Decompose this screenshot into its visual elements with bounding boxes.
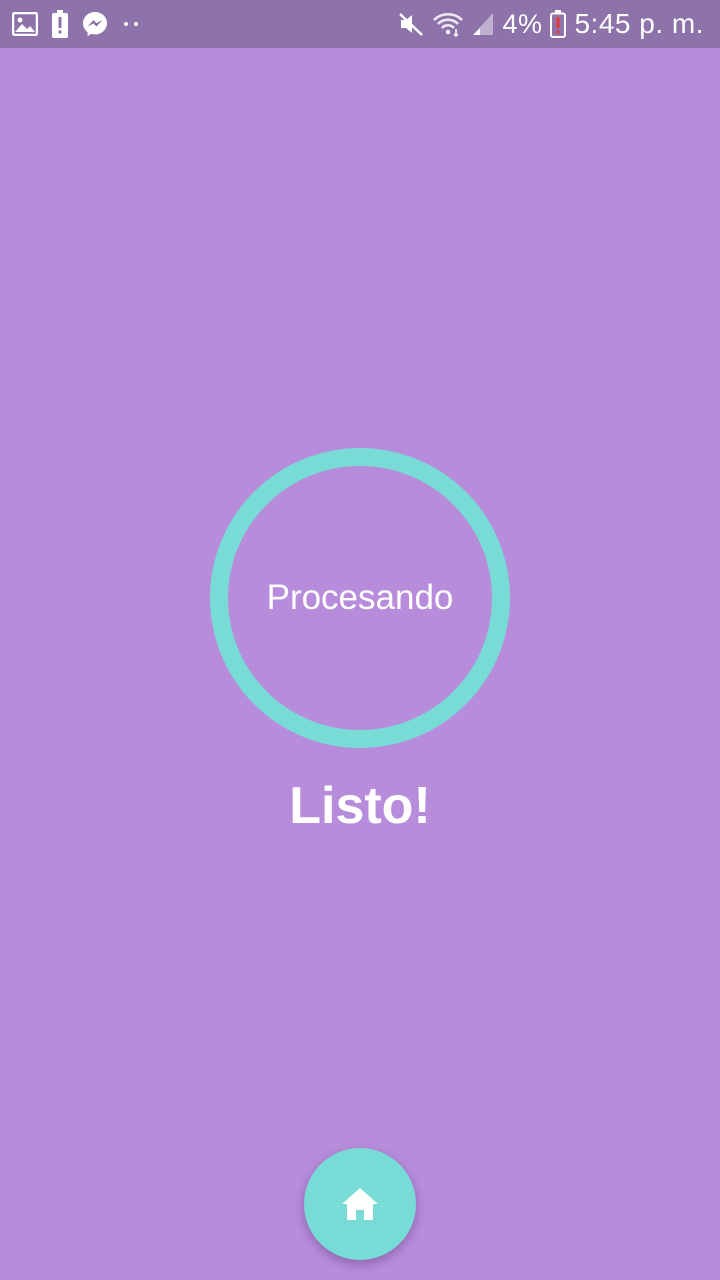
progress-label: Procesando (266, 578, 454, 617)
clock: 5:45 p. m. (574, 8, 704, 39)
wifi-icon (432, 11, 464, 37)
system-icons: 4% 5:45 p. m. (398, 8, 704, 40)
battery-percent: 4% (502, 8, 543, 39)
battery-alert-icon (52, 10, 68, 38)
battery-low-icon (550, 10, 567, 38)
mute-icon (398, 11, 424, 37)
messenger-icon (82, 11, 108, 37)
home-icon (340, 1186, 380, 1222)
signal-icon (472, 12, 494, 36)
notification-icons (12, 10, 140, 38)
more-dots-icon (122, 19, 140, 29)
home-button[interactable] (304, 1148, 416, 1260)
status-bar: 4% 5:45 p. m. (0, 0, 720, 48)
progress-ring: Procesando (210, 448, 510, 748)
image-icon (12, 12, 38, 36)
done-title: Listo! (289, 777, 431, 835)
